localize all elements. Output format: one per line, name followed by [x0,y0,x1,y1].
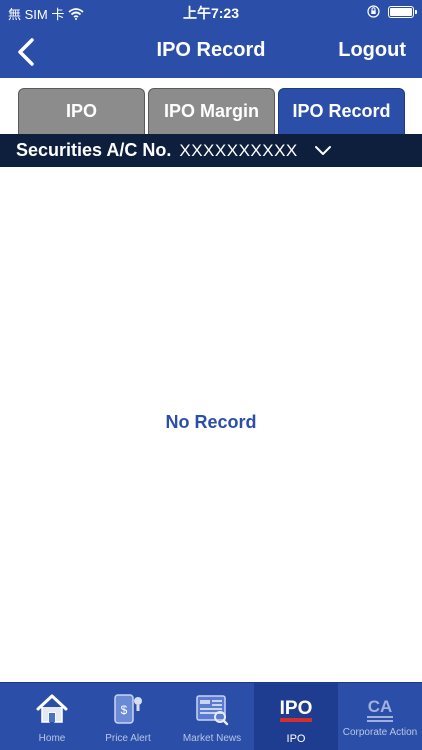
bottom-tab-bar: Home $ Price Alert Market News IPO IPO C… [0,682,422,750]
svg-text:IPO: IPO [280,698,313,719]
market-news-icon [196,695,229,726]
battery-icon [388,5,417,18]
price-alert-icon: $ [114,694,142,724]
navigation-bar: IPO Record Logout [0,24,422,78]
svg-text:$: $ [121,703,128,717]
tabbar-label: IPO [286,733,306,745]
account-label: Securities A/C No. [16,140,172,160]
tabbar-label: Price Alert [105,733,151,744]
back-button[interactable] [8,32,48,72]
header: 無 SIM 卡 上午7:23 IPO Record Logout [0,0,422,78]
empty-state-message: No Record [165,412,257,432]
tab-ipo[interactable]: IPO [18,88,145,134]
chevron-down-icon [314,145,331,155]
account-number: XXXXXXXXXX [179,140,298,160]
status-bar: 無 SIM 卡 上午7:23 [0,0,422,24]
status-time: 上午7:23 [182,5,240,21]
tab-ipo-margin[interactable]: IPO Margin [148,88,275,134]
chevron-left-icon [18,38,34,66]
segment-tabs: IPO IPO Margin IPO Record [0,78,422,134]
tabbar-label: Home [38,733,66,744]
logout-button[interactable]: Logout [338,39,406,62]
tabbar-item-home[interactable]: Home [10,683,94,750]
tabbar-label: Corporate Action [342,727,418,738]
tab-ipo-record[interactable]: IPO Record [278,88,405,134]
orientation-lock-icon [367,5,380,18]
tabbar-label: Market News [182,733,242,744]
tabbar-item-ipo[interactable]: IPO IPO [254,683,338,750]
tabbar-item-market-news[interactable]: Market News [170,683,254,750]
corporate-action-icon: CA [367,697,393,722]
home-icon [36,694,68,723]
account-selector[interactable]: Securities A/C No. XXXXXXXXXX [0,134,422,167]
svg-text:CA: CA [368,697,393,716]
tabbar-item-corporate-action[interactable]: CA Corporate Action [338,683,422,750]
tabbar-item-price-alert[interactable]: $ Price Alert [86,683,170,750]
status-indicators [367,5,417,18]
ipo-icon: IPO [280,698,313,722]
